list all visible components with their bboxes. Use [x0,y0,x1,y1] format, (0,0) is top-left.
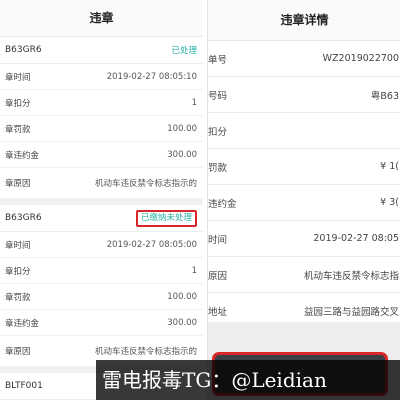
detail-row-late-fee: 违约金 ¥ 3( [208,185,400,221]
detail-value: ¥ 3( [380,197,399,208]
info-value: 300.00 [167,149,197,160]
info-row-points: 章扣分 1 [0,90,203,116]
detail-value: 粤B63 [370,90,399,102]
info-value: 2019-02-27 08:05:00 [106,239,197,250]
violation-card-header: B63GR6 已缴纳未处理 [0,205,203,232]
detail-label: 时间 [208,234,228,246]
info-label: 章违约金 [5,150,40,161]
detail-value: WZ2019022700 [322,53,399,64]
detail-value: ¥ 1( [380,161,399,172]
plate-number: B63GR6 [5,45,42,55]
info-value: 2019-02-27 08:05:10 [106,71,197,82]
detail-label: 单号 [208,54,228,66]
detail-row-time: 时间 2019-02-27 08:05 [208,221,400,257]
violation-list-panel: 违章 B63GR6 已处理 章时间 2019-02-27 08:05:10 章扣… [0,0,203,400]
violation-detail-title: 违章详情 [208,0,400,41]
detail-value: 机动车违反禁令标志指 [303,270,399,282]
detail-label: 违约金 [208,198,237,210]
info-row-fine: 章罚款 100.00 [0,116,203,142]
info-label: 章罚款 [5,124,31,135]
violation-list-title: 违章 [0,0,203,37]
info-label: 章扣分 [5,266,31,277]
info-label: 章原因 [5,347,31,357]
detail-label: 原因 [208,270,228,282]
info-label: 章时间 [5,240,31,251]
info-row-reason: 章原因 机动车违反禁令标志指示的 [0,168,203,199]
info-label: 章原因 [5,179,31,189]
detail-row-plate: 号码 粤B63 [208,77,400,113]
info-row-points: 章扣分 1 [0,258,203,284]
status-badge: 已处理 [171,46,197,56]
detail-row-ticket-number: 单号 WZ2019022700 [208,41,400,77]
info-row-late-fee: 章违约金 300.00 [0,310,203,336]
info-value: 1 [191,97,197,108]
info-label: 章违约金 [5,318,40,329]
watermark-banner: 雷电报毒TG：@Leidian [96,360,400,400]
detail-label: 罚款 [208,162,228,174]
violation-card[interactable]: B63GR6 已处理 章时间 2019-02-27 08:05:10 章扣分 1… [0,37,203,199]
info-row-time: 章时间 2019-02-27 08:05:10 [0,64,203,90]
violation-card[interactable]: B63GR6 已缴纳未处理 章时间 2019-02-27 08:05:00 章扣… [0,205,203,367]
info-value: 100.00 [167,123,197,134]
info-row-late-fee: 章违约金 300.00 [0,142,203,168]
info-label: 章扣分 [5,98,31,109]
info-value: 机动车违反禁令标志指示的 [94,179,197,189]
detail-value: 2019-02-27 08:05 [313,233,399,244]
info-value: 1 [191,265,197,276]
plate-number: BLTF001 [5,381,43,391]
detail-label: 号码 [208,90,228,102]
info-row-time: 章时间 2019-02-27 08:05:00 [0,232,203,258]
info-value: 100.00 [167,291,197,302]
info-value: 300.00 [167,317,197,328]
violation-card-header: B63GR6 已处理 [0,37,203,64]
detail-label: 扣分 [208,126,228,138]
detail-row-reason: 原因 机动车违反禁令标志指 [208,257,400,293]
detail-row-fine: 罚款 ¥ 1( [208,149,400,185]
detail-label: 地址 [208,306,228,318]
plate-number: B63GR6 [5,213,42,223]
info-value: 机动车违反禁令标志指示的 [94,347,197,357]
detail-value: 益园三路与益园路交叉 [303,306,399,318]
detail-row-points: 扣分 [208,113,400,149]
info-label: 章罚款 [5,292,31,303]
info-label: 章时间 [5,72,31,83]
status-badge-highlighted: 已缴纳未处理 [135,209,197,227]
violation-detail-panel: 违章详情 单号 WZ2019022700 号码 粤B63 扣分 罚款 ¥ 1( … [207,0,400,400]
info-row-fine: 章罚款 100.00 [0,284,203,310]
